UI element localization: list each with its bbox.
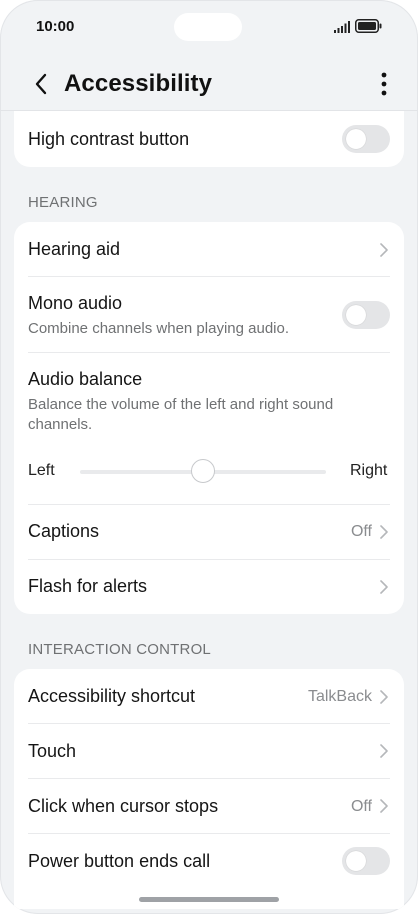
- chevron-right-icon: [380, 690, 388, 704]
- row-click-when-cursor-stops[interactable]: Click when cursor stops Off: [14, 779, 404, 833]
- row-hearing-aid[interactable]: Hearing aid: [14, 222, 404, 276]
- high-contrast-toggle[interactable]: [342, 125, 390, 153]
- chevron-right-icon: [380, 525, 388, 539]
- mono-audio-toggle[interactable]: [342, 301, 390, 329]
- row-flash-for-alerts[interactable]: Flash for alerts: [14, 560, 404, 614]
- page-title: Accessibility: [64, 70, 213, 97]
- row-label: Audio balance: [28, 369, 143, 389]
- card-display: High contrast button: [14, 111, 404, 167]
- row-captions[interactable]: Captions Off: [14, 505, 404, 559]
- chevron-right-icon: [380, 799, 388, 813]
- captions-value: Off: [350, 523, 372, 540]
- signal-icon: [334, 21, 350, 33]
- audio-balance-slider-thumb[interactable]: [191, 459, 215, 483]
- toggle-knob: [346, 305, 366, 325]
- row-mono-audio[interactable]: Mono audio Combine channels when playing…: [14, 277, 404, 353]
- status-bar: 10:00: [0, 0, 418, 56]
- row-label: High contrast button: [28, 129, 190, 149]
- battery-icon: [355, 19, 382, 33]
- row-label: Mono audio: [28, 293, 123, 313]
- row-subtitle-line1: Balance the volume of the left and right…: [28, 396, 334, 413]
- home-indicator[interactable]: [139, 897, 279, 902]
- more-options-button[interactable]: [370, 66, 398, 102]
- chevron-right-icon: [380, 580, 388, 594]
- phone-screen: 10:00 Accessibility High contrast button…: [0, 0, 418, 914]
- row-accessibility-shortcut[interactable]: Accessibility shortcut TalkBack: [14, 669, 404, 723]
- row-high-contrast-button[interactable]: High contrast button: [14, 111, 404, 167]
- back-button[interactable]: [26, 66, 56, 102]
- camera-pill: [174, 13, 242, 41]
- click-cursor-value: Off: [350, 798, 372, 815]
- chevron-right-icon: [380, 744, 388, 758]
- toggle-knob: [346, 851, 366, 871]
- more-vertical-icon: [381, 72, 387, 96]
- chevron-left-icon: [35, 73, 47, 95]
- row-label: Hearing aid: [28, 239, 121, 259]
- row-subtitle: Combine channels when playing audio.: [28, 320, 290, 337]
- row-touch[interactable]: Touch: [14, 724, 404, 778]
- row-power-button-ends-call[interactable]: Power button ends call: [14, 834, 404, 888]
- card-interaction-control: Accessibility shortcut TalkBack Touch Cl…: [14, 669, 404, 909]
- toggle-knob: [346, 129, 366, 149]
- slider-left-label: Left: [28, 462, 55, 479]
- row-audio-balance: Audio balance Balance the volume of the …: [14, 353, 404, 505]
- app-header: Accessibility: [0, 56, 418, 112]
- status-time: 10:00: [36, 18, 75, 35]
- row-subtitle-line2: channels.: [28, 416, 93, 433]
- accessibility-shortcut-value: TalkBack: [307, 688, 372, 705]
- row-label: Touch: [28, 741, 77, 761]
- card-hearing: Hearing aid Mono audio Combine channels …: [14, 222, 404, 614]
- chevron-right-icon: [380, 243, 388, 257]
- section-header-interaction-control: INTERACTION CONTROL: [28, 641, 211, 658]
- power-ends-call-toggle[interactable]: [342, 847, 390, 875]
- row-label: Captions: [28, 521, 100, 541]
- row-label: Click when cursor stops: [28, 796, 219, 816]
- row-label: Power button ends call: [28, 851, 211, 871]
- slider-right-label: Right: [350, 462, 388, 479]
- row-label: Accessibility shortcut: [28, 686, 196, 706]
- row-label: Flash for alerts: [28, 576, 148, 596]
- section-header-hearing: HEARING: [28, 194, 98, 211]
